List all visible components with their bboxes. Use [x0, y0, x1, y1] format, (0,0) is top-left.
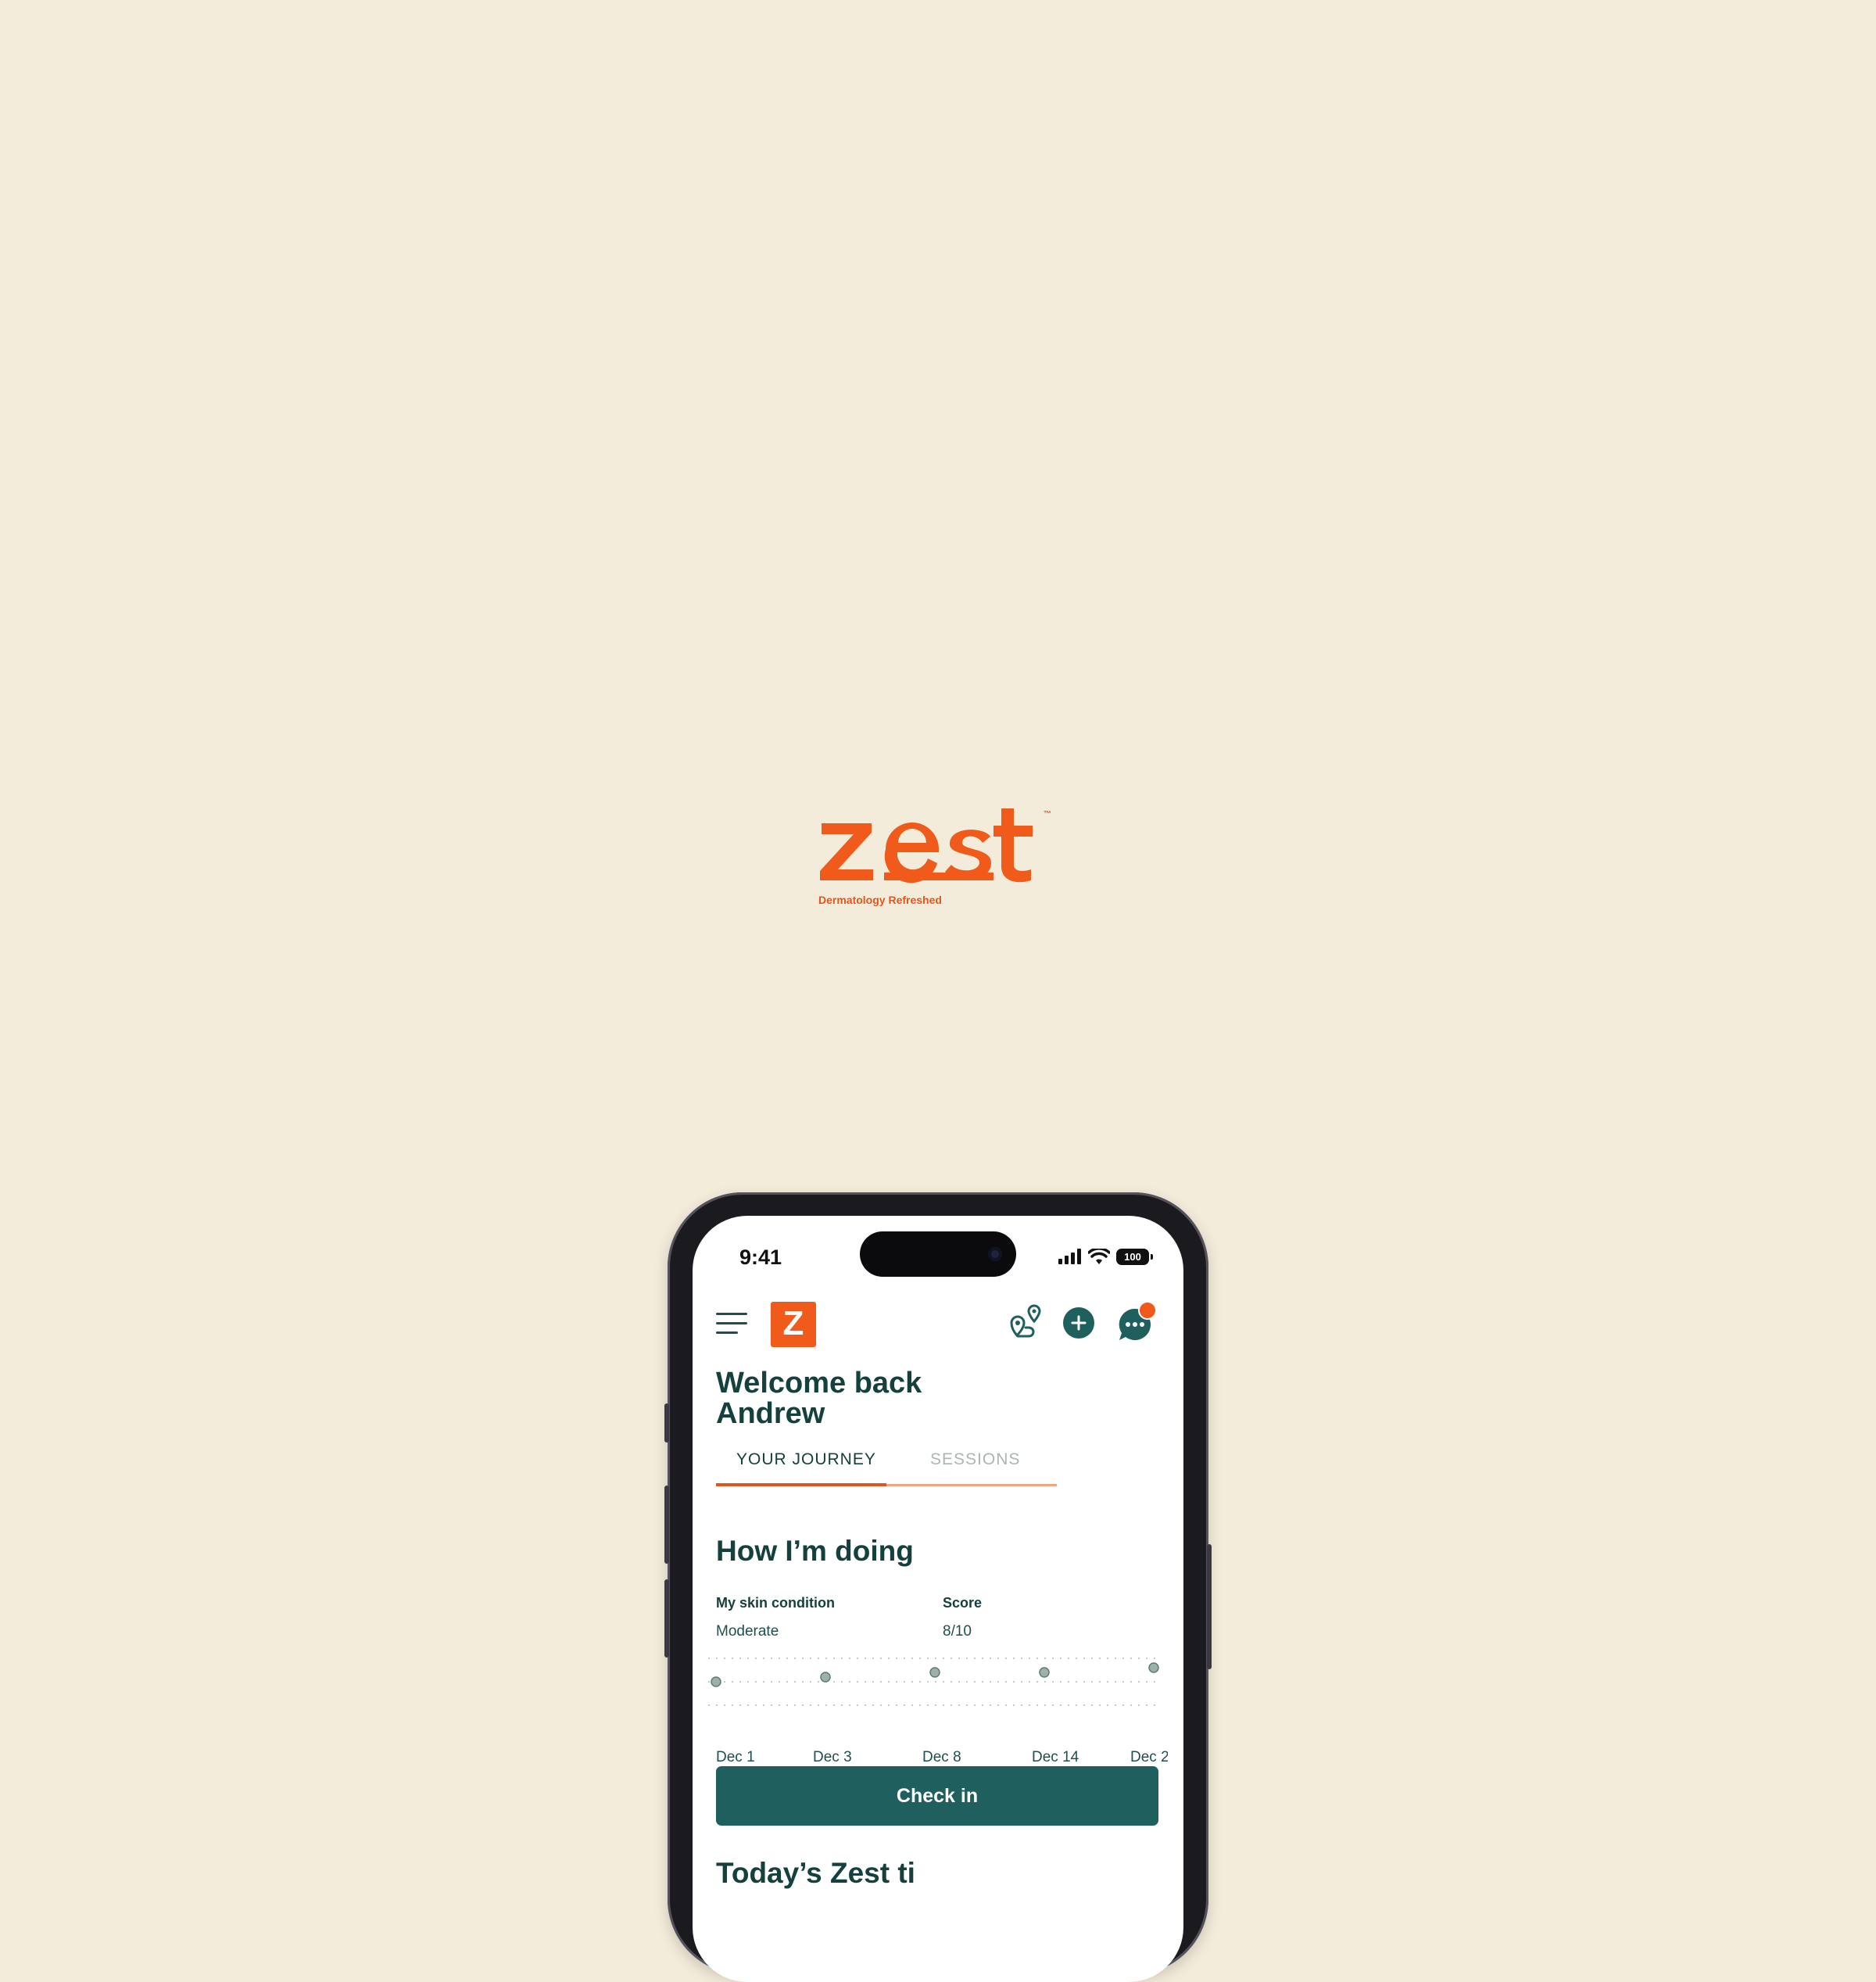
action-button: [664, 1403, 669, 1443]
user-name: Andrew: [716, 1397, 825, 1430]
camera-icon: [988, 1247, 1002, 1261]
condition-label: My skin condition: [716, 1595, 836, 1611]
data-point: [711, 1676, 721, 1687]
data-point: [1148, 1662, 1159, 1673]
tab-sessions[interactable]: SESSIONS: [930, 1450, 1020, 1469]
wifi-icon: [1088, 1249, 1110, 1264]
zest-logo: ™ Dermatology Refreshed: [817, 797, 1059, 915]
data-point: [820, 1672, 831, 1683]
condition-value: Moderate: [716, 1623, 779, 1640]
phone-frame: 9:41 100 Z Welcome back Andrew YOUR JOUR…: [664, 1192, 1212, 1982]
menu-icon[interactable]: [716, 1313, 747, 1336]
x-tick-label: Dec 8: [922, 1749, 961, 1765]
route-map-icon[interactable]: [1008, 1304, 1044, 1343]
zest-tip-heading: Today’s Zest ti: [716, 1857, 915, 1889]
trademark-symbol: ™: [1044, 810, 1051, 819]
zest-wordmark: ™: [820, 808, 1051, 883]
tab-your-journey[interactable]: YOUR JOURNEY: [736, 1450, 876, 1469]
skin-progress-chart: Dec 1 Dec 3 Dec 8 Dec 14 Dec 20: [708, 1658, 1168, 1765]
welcome-line: Welcome back: [716, 1367, 922, 1400]
app-screen: 9:41 100 Z Welcome back Andrew YOUR JOUR…: [693, 1216, 1183, 1982]
check-in-button[interactable]: Check in: [716, 1766, 1158, 1826]
notification-dot: [1138, 1301, 1157, 1320]
power-button: [1207, 1544, 1212, 1669]
volume-down-button: [664, 1579, 669, 1658]
volume-up-button: [664, 1486, 669, 1564]
x-tick-label: Dec 14: [1032, 1749, 1079, 1765]
tab-active-indicator: [716, 1483, 886, 1486]
data-point: [1039, 1667, 1050, 1678]
data-point: [929, 1667, 940, 1678]
score-label: Score: [943, 1595, 983, 1611]
x-tick-label: Dec 1: [716, 1749, 755, 1765]
score-value: 8/10: [943, 1623, 972, 1640]
status-time: 9:41: [739, 1245, 782, 1269]
dynamic-island: [860, 1231, 1016, 1277]
chat-icon[interactable]: [1118, 1301, 1157, 1345]
welcome-heading: Welcome back Andrew: [716, 1368, 922, 1429]
section-title: How I’m doing: [716, 1535, 914, 1567]
add-icon[interactable]: [1063, 1307, 1094, 1342]
app-logo[interactable]: Z: [771, 1302, 816, 1347]
brand-tagline: Dermatology Refreshed: [818, 894, 942, 906]
battery-icon: 100: [1116, 1248, 1153, 1265]
x-tick-label: Dec 20: [1130, 1749, 1168, 1765]
status-icons: 100: [1058, 1247, 1153, 1266]
tab-bar: YOUR JOURNEY SESSIONS: [716, 1450, 1057, 1486]
x-tick-label: Dec 3: [813, 1749, 852, 1765]
signal-icon: [1058, 1249, 1081, 1264]
